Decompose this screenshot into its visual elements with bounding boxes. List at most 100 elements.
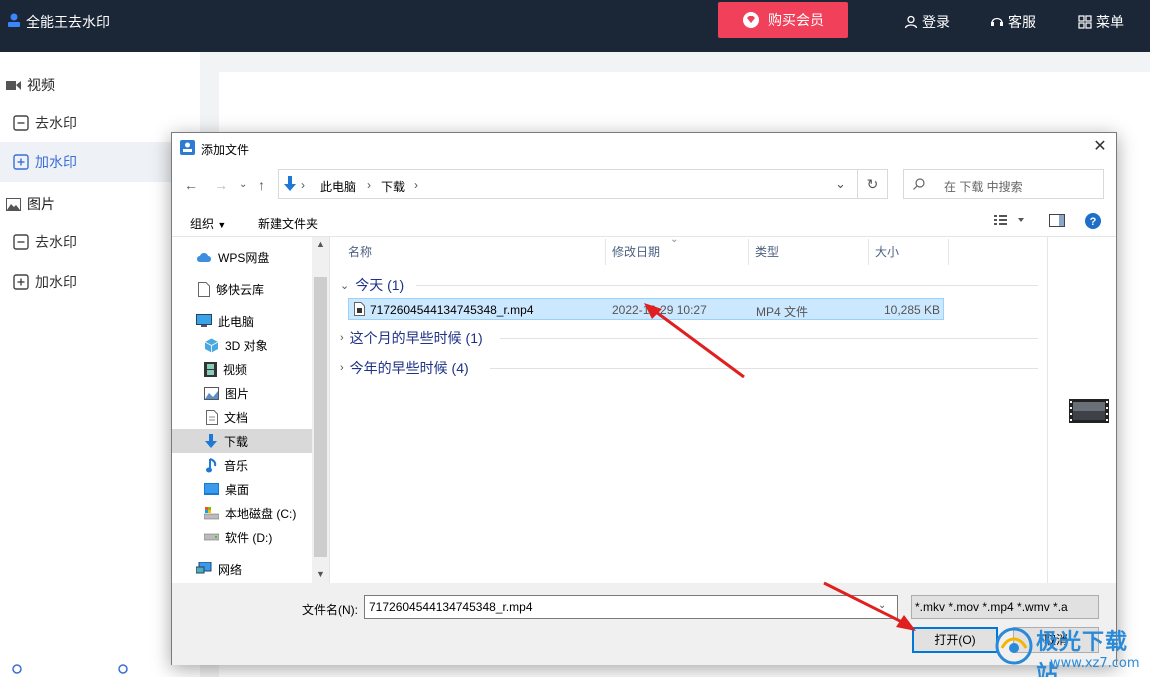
preview-pane-icon[interactable] bbox=[1049, 214, 1065, 230]
sidebar-image-add[interactable]: 加水印 bbox=[0, 262, 200, 302]
minus-box-icon bbox=[13, 115, 29, 131]
nav-item-disk-d[interactable]: 软件 (D:) bbox=[172, 525, 312, 549]
sidebar-video-add-label: 加水印 bbox=[35, 154, 77, 170]
app-title: 全能王去水印 bbox=[26, 14, 110, 30]
preview-pane bbox=[1047, 237, 1116, 583]
close-icon[interactable]: ✕ bbox=[1092, 139, 1108, 155]
add-file-dialog: 添加文件 ✕ ← → ⌄ ↑ › 此电脑 › 下载 › ⌄ ↻ 在 下载 中搜索 bbox=[171, 132, 1117, 665]
nav-item-gokuai[interactable]: 够快云库 bbox=[172, 277, 312, 301]
image-group: 图片 bbox=[6, 194, 55, 214]
group-earlier-this-year-label: 今年的早些时候 (4) bbox=[349, 360, 469, 376]
chevron-down-icon: ⌄ bbox=[340, 279, 350, 292]
column-name[interactable]: 名称 bbox=[330, 239, 606, 265]
nav-item-label: 软件 (D:) bbox=[225, 530, 273, 545]
column-modified[interactable]: 修改日期 bbox=[606, 239, 749, 265]
sidebar-video-remove[interactable]: 去水印 bbox=[0, 103, 200, 143]
sidebar-video-remove-label: 去水印 bbox=[35, 115, 77, 131]
radio-icon bbox=[118, 664, 128, 674]
nav-item-music[interactable]: 音乐 bbox=[172, 453, 312, 477]
annotation-arrow bbox=[823, 581, 916, 631]
nav-item-network[interactable]: 网络 bbox=[172, 557, 312, 581]
nav-item-3d-objects[interactable]: 3D 对象 bbox=[172, 333, 312, 357]
site-watermark: 极光下载站 www.xz7.com bbox=[990, 622, 1150, 677]
video-group: 视频 bbox=[6, 75, 55, 95]
nav-item-label: 本地磁盘 (C:) bbox=[225, 506, 297, 521]
address-dropdown-icon[interactable]: ⌄ bbox=[835, 176, 846, 192]
nav-item-local-disk-c[interactable]: 本地磁盘 (C:) bbox=[172, 501, 312, 525]
nav-scrollbar-thumb[interactable] bbox=[314, 277, 327, 557]
radio-icon bbox=[12, 664, 22, 674]
menu-button[interactable]: 菜单 bbox=[1078, 12, 1124, 32]
nav-item-label: WPS网盘 bbox=[218, 250, 270, 265]
recent-dropdown-icon[interactable]: ⌄ bbox=[239, 179, 247, 190]
vip-label: 购买会员 bbox=[768, 12, 824, 28]
drive-icon bbox=[204, 533, 219, 541]
buy-vip-button[interactable]: 购买会员 bbox=[718, 2, 848, 38]
column-size[interactable]: 大小 bbox=[869, 239, 949, 265]
dialog-toolbar: 组织 ▼ 新建文件夹 ? bbox=[172, 205, 1116, 237]
service-button[interactable]: 客服 bbox=[990, 12, 1036, 32]
refresh-icon[interactable]: ↻ bbox=[858, 169, 888, 199]
search-input[interactable]: 在 下载 中搜索 bbox=[903, 169, 1104, 199]
filename-input[interactable]: 7172604544134745348_r.mp4 bbox=[364, 595, 898, 619]
scroll-up-icon[interactable]: ▲ bbox=[316, 239, 325, 249]
music-note-icon bbox=[206, 457, 217, 472]
nav-item-label: 够快云库 bbox=[216, 282, 265, 297]
breadcrumb-downloads[interactable]: 下载 bbox=[381, 178, 405, 195]
new-folder-button[interactable]: 新建文件夹 bbox=[258, 215, 318, 232]
group-earlier-this-month[interactable]: › 这个月的早些时候 (1) bbox=[340, 328, 483, 348]
video-camera-icon bbox=[6, 80, 21, 90]
sidebar-image-add-label: 加水印 bbox=[35, 274, 77, 290]
group-earlier-this-year[interactable]: › 今年的早些时候 (4) bbox=[340, 358, 469, 378]
back-arrow-icon[interactable]: ← bbox=[184, 177, 198, 193]
sidebar-image-remove[interactable]: 去水印 bbox=[0, 222, 200, 262]
group-today[interactable]: ⌄ 今天 (1) bbox=[340, 275, 404, 295]
filetype-value: *.mkv *.mov *.mp4 *.wmv *.a bbox=[915, 600, 1068, 614]
organize-button[interactable]: 组织 ▼ bbox=[190, 215, 226, 232]
help-icon[interactable]: ? bbox=[1085, 213, 1101, 232]
view-options-icon[interactable] bbox=[994, 213, 1024, 230]
download-folder-icon bbox=[284, 176, 296, 191]
nav-item-wps-cloud[interactable]: WPS网盘 bbox=[172, 245, 312, 269]
pane-icon bbox=[1049, 214, 1065, 227]
nav-item-pictures[interactable]: 图片 bbox=[172, 381, 312, 405]
app-logo-icon bbox=[8, 13, 20, 27]
search-icon bbox=[913, 178, 925, 190]
minus-box-icon bbox=[13, 234, 29, 250]
nav-item-label: 桌面 bbox=[225, 482, 250, 497]
nav-item-desktop[interactable]: 桌面 bbox=[172, 477, 312, 501]
plus-box-icon bbox=[13, 274, 29, 290]
download-arrow-icon bbox=[205, 433, 217, 448]
film-icon bbox=[204, 361, 217, 377]
filetype-select[interactable]: *.mkv *.mov *.mp4 *.wmv *.a bbox=[911, 595, 1099, 619]
search-placeholder: 在 下载 中搜索 bbox=[944, 180, 1023, 194]
up-arrow-icon[interactable]: ↑ bbox=[258, 177, 265, 193]
sidebar-video-add[interactable]: 加水印 bbox=[0, 142, 200, 182]
nav-item-videos[interactable]: 视频 bbox=[172, 357, 312, 381]
group-today-label: 今天 (1) bbox=[355, 277, 405, 293]
login-button[interactable]: 登录 bbox=[904, 12, 950, 32]
group-divider bbox=[500, 338, 1038, 339]
nav-item-this-pc[interactable]: 此电脑 bbox=[172, 309, 312, 333]
nav-item-downloads[interactable]: 下载 bbox=[172, 429, 312, 453]
cloud-icon bbox=[197, 253, 211, 262]
nav-item-label: 网络 bbox=[218, 562, 243, 577]
forward-arrow-icon[interactable]: → bbox=[214, 177, 228, 193]
sidebar-footer-right[interactable] bbox=[118, 664, 128, 674]
file-name: 7172604544134745348_r.mp4 bbox=[370, 303, 534, 317]
nav-scrollbar[interactable]: ▲ ▼ bbox=[312, 237, 329, 583]
address-bar[interactable]: › 此电脑 › 下载 › ⌄ bbox=[278, 169, 858, 199]
scroll-down-icon[interactable]: ▼ bbox=[316, 569, 325, 579]
nav-item-label: 此电脑 bbox=[218, 314, 255, 329]
column-type[interactable]: 类型 bbox=[749, 239, 869, 265]
nav-item-documents[interactable]: 文档 bbox=[172, 405, 312, 429]
sidebar-footer-left[interactable] bbox=[12, 664, 22, 674]
file-size: 10,285 KB bbox=[884, 303, 941, 317]
open-button[interactable]: 打开(O) bbox=[912, 627, 998, 653]
file-type: MP4 文件 bbox=[756, 305, 809, 319]
breadcrumb-this-pc[interactable]: 此电脑 bbox=[320, 178, 356, 195]
dialog-titlebar: 添加文件 ✕ bbox=[172, 133, 1116, 163]
grid-icon bbox=[1078, 15, 1092, 29]
group-earlier-this-month-label: 这个月的早些时候 (1) bbox=[349, 330, 483, 346]
login-label: 登录 bbox=[922, 14, 950, 30]
